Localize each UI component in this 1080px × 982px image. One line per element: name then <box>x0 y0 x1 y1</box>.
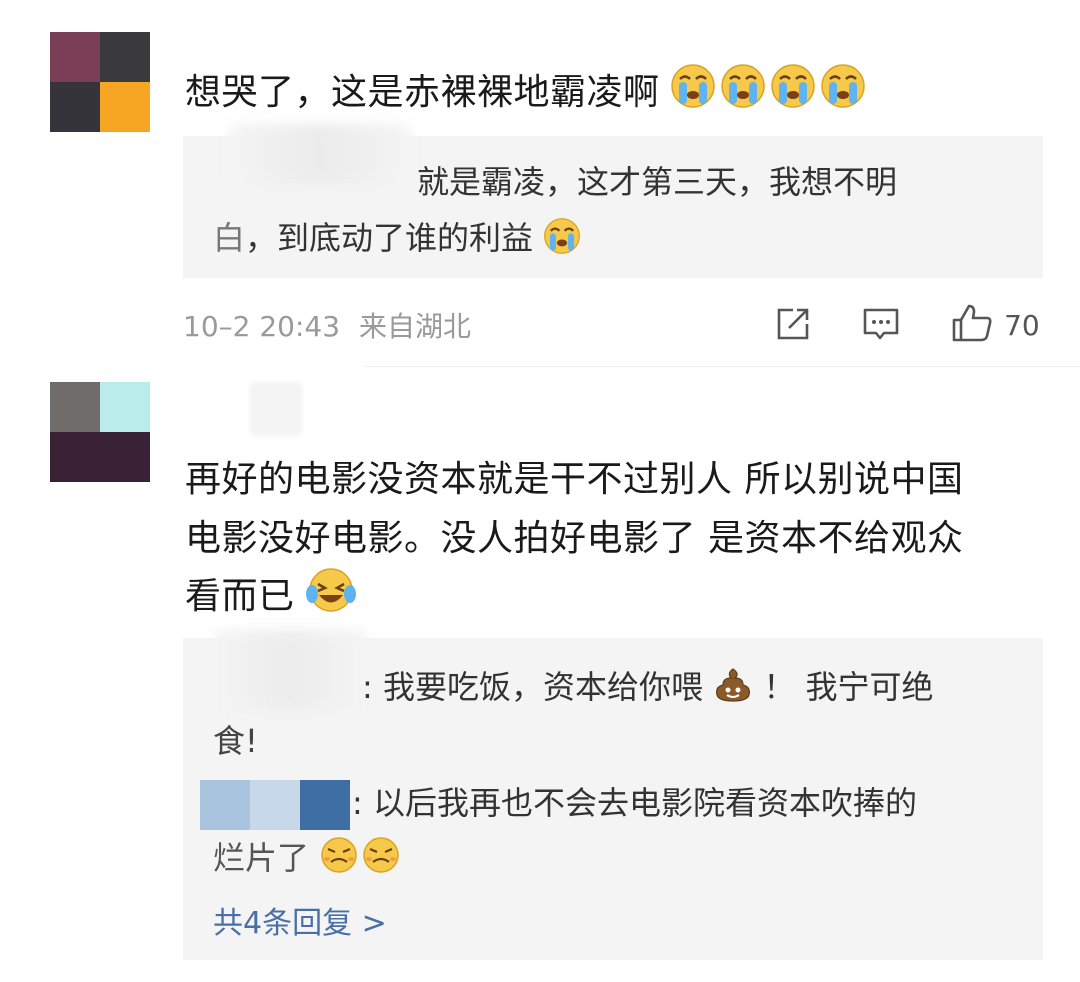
reply-text-line: 就是霸凌，这才第三天，我想不明 <box>417 154 897 210</box>
like-button[interactable]: 70 <box>951 303 1040 343</box>
thumbs-up-icon <box>952 304 992 342</box>
comment-text-line: 看而已 <box>185 566 357 630</box>
reply-text-line: : 我要吃饭，资本给你喂 ！ 我宁可绝 <box>362 659 934 721</box>
comment-time: 10–2 20:43 <box>183 310 341 343</box>
reply-text-line: : 以后我再也不会去电影院看资本吹捧的 <box>352 784 917 822</box>
comment-icon <box>863 308 899 340</box>
reply-text-line: 烂片了 <box>213 830 403 892</box>
blurred-avatar <box>200 780 350 830</box>
comment-meta: 10–2 20:43 来自湖北 <box>183 305 471 345</box>
blurred-username <box>215 630 365 710</box>
share-button[interactable] <box>775 306 811 346</box>
reply-text-content: ！ 我宁可绝 <box>763 668 934 706</box>
share-icon <box>777 308 809 340</box>
reply-text-content: 就是霸凌，这才第三天，我想不明 <box>417 163 898 201</box>
angry-emoji-icon <box>319 835 403 892</box>
blurred-username <box>250 382 302 436</box>
reply-text-content: ，到底动了谁的利益 <box>245 219 534 257</box>
avatar[interactable] <box>50 32 150 132</box>
avatar[interactable] <box>50 382 150 482</box>
comment-text-content: 想哭了，这是赤裸裸地霸凌啊 <box>185 72 660 113</box>
comment-location: 来自湖北 <box>358 310 471 343</box>
comment-text-content: 看而已 <box>185 576 295 617</box>
comment-button[interactable] <box>862 306 900 348</box>
blurred-username <box>230 124 410 184</box>
reply-text-content: : 我要吃饭，资本给你喂 <box>362 668 703 706</box>
crying-emoji-icon <box>671 62 867 126</box>
comment-text-line: 电影没好电影。没人拍好电影了 是资本不给观众 <box>185 518 964 559</box>
reply-text-prefix: 白 <box>213 219 246 257</box>
comment-text: 想哭了，这是赤裸裸地霸凌啊 <box>185 62 867 126</box>
comment-text-line: 再好的电影没资本就是干不过别人 所以别说中国 <box>185 459 964 500</box>
reply-text-content: 烂片了 <box>213 839 310 877</box>
more-replies-link[interactable]: 共4条回复 > <box>213 898 387 942</box>
poop-emoji-icon <box>713 665 753 721</box>
laughing-crying-emoji-icon <box>306 566 357 630</box>
like-count: 70 <box>1004 309 1040 342</box>
reply-text-line: 白，到底动了谁的利益 <box>213 210 581 272</box>
crying-emoji-icon <box>543 216 581 272</box>
divider <box>365 366 1080 367</box>
reply-text-line: 食! <box>213 722 258 760</box>
